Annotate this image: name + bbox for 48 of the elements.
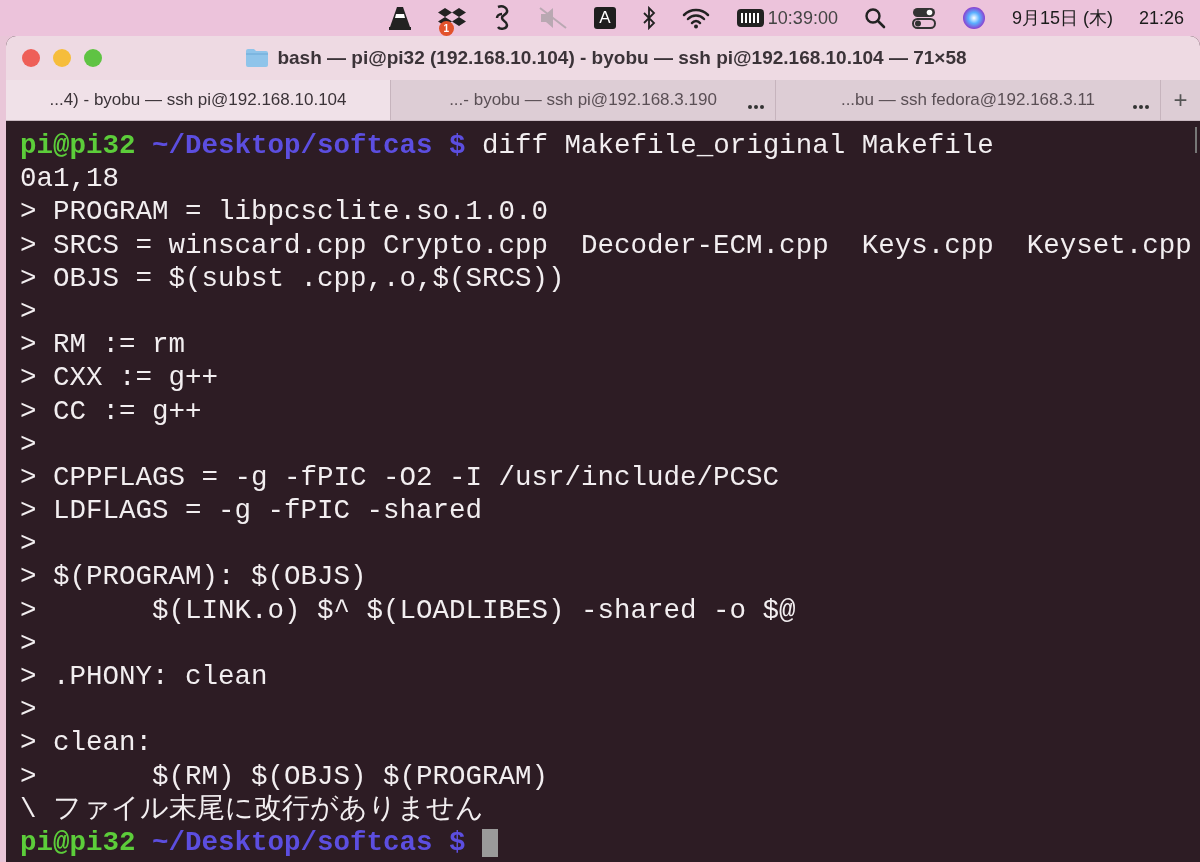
bluetooth-icon[interactable] (641, 6, 656, 30)
prompt-user: pi@pi32 (20, 129, 136, 163)
prompt-path: ~/Desktop/softcas (152, 129, 433, 163)
new-tab-button[interactable]: + (1160, 80, 1200, 120)
output-line: > CPPFLAGS = -g -fPIC -O2 -I /usr/include/PCSC (20, 460, 780, 495)
date-text[interactable]: 9月15日 (木) (1011, 6, 1113, 30)
window-title: bash — pi@pi32 (192.168.10.104) - byobu — ssh pi@192.168.10.104 — 71×58 (277, 47, 967, 69)
output-line: > RM := rm (20, 328, 186, 362)
output-line: > (20, 626, 37, 660)
wifi-icon[interactable] (681, 7, 710, 29)
output-line: > SRCS = winscard.cpp Crypto.cpp Decoder-ECM.cpp Keys.cpp Keyset.cpp (20, 228, 1192, 262)
output-line: > CC := g++ (20, 394, 202, 428)
output-line: > LDFLAGS = -g -fPIC -shared (20, 494, 483, 528)
battery-icon[interactable] (735, 7, 766, 29)
more-icon[interactable] (1132, 104, 1150, 110)
output-line: > (20, 693, 37, 727)
prompt-path: ~/Desktop/softcas (152, 825, 433, 860)
output-line: > $(PROGRAM): $(OBJS) (20, 560, 367, 594)
traffic-cone-icon[interactable] (387, 5, 412, 31)
output-line: > clean: (20, 726, 153, 760)
terminal-tab[interactable]: ...4) - byobu — ssh pi@192.168.10.104 (6, 80, 390, 120)
notification-badge: 1 (438, 21, 454, 36)
scrollbar[interactable] (1195, 127, 1197, 153)
output-line: > $(RM) $(OBJS) $(PROGRAM) (20, 759, 549, 793)
more-icon[interactable] (747, 104, 765, 110)
output-line: > (20, 294, 37, 329)
output-line: \ ファイル末尾に改行がありません (20, 792, 484, 826)
output-line: > $(LINK.o) $^ $(LOADLIBES) -shared -o $@ (20, 593, 796, 627)
command-text: diff Makefile_original Makefile (482, 129, 994, 163)
output-line: > .PHONY: clean (20, 660, 268, 694)
prompt-user: pi@pi32 (20, 825, 136, 860)
terminal-tab[interactable]: ...bu — ssh fedora@192.168.3.11 (775, 80, 1160, 120)
output-line: > PROGRAM = libpcsclite.so.1.0.0 (20, 195, 549, 229)
output-line: > (20, 427, 37, 461)
folder-icon (245, 48, 270, 68)
output-line: 0a1,18 (20, 162, 120, 196)
prompt-symbol: $ (449, 825, 466, 860)
output-line: > CXX := g++ (20, 361, 219, 395)
output-line: > (20, 527, 37, 561)
search-icon[interactable] (863, 7, 886, 29)
output-line: > OBJS = $(subst .cpp,.o,$(SRCS)) (20, 261, 565, 295)
siri-orb-icon[interactable] (961, 6, 986, 30)
prompt-symbol: $ (449, 129, 466, 163)
toggle-switches-icon[interactable] (911, 7, 936, 29)
clock-text: 10:39:00 (767, 7, 838, 29)
terminal-tab[interactable]: ...- byobu — ssh pi@192.168.3.190 (390, 80, 775, 120)
input-source-indicator[interactable]: A (593, 7, 616, 29)
time-text[interactable]: 21:26 (1138, 7, 1184, 29)
